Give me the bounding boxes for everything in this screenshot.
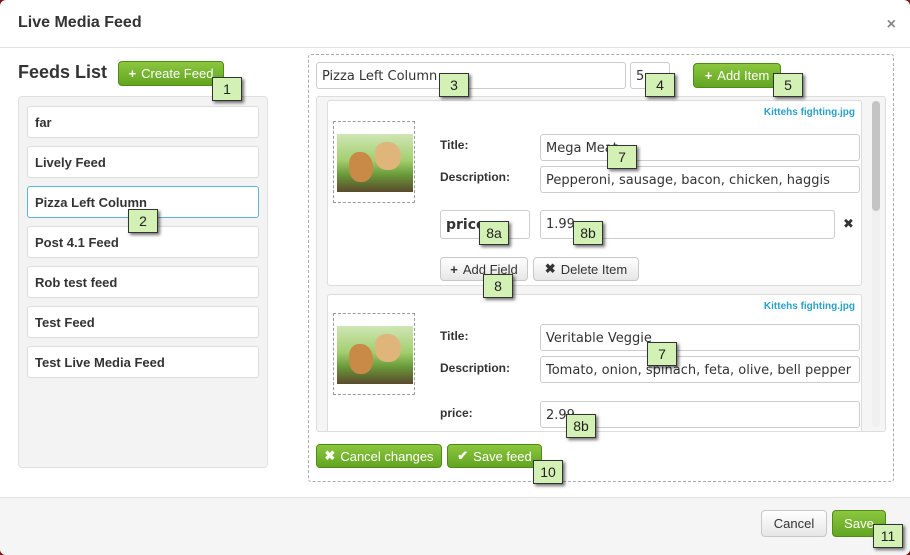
save-feed-button[interactable]: ✔ Save feed [447,444,542,468]
create-feed-label: Create Feed [141,66,214,81]
items-scrollbar[interactable] [872,101,880,427]
feed-item-card: Kittehs fighting.jpg Title: Mega Meat De… [327,100,862,286]
close-icon[interactable]: × [887,16,896,34]
kitten-shape [375,142,401,170]
annotation-callout: 11 [873,524,903,548]
add-item-button[interactable]: + Add Item [693,63,781,88]
annotation-callout: 2 [128,209,158,233]
cross-icon: ✖ [544,261,556,276]
plus-icon: + [704,68,713,83]
annotation-callout: 3 [439,73,469,97]
items-scroll-area[interactable]: Kittehs fighting.jpg Title: Mega Meat De… [316,96,886,432]
create-feed-button[interactable]: + Create Feed [118,61,224,86]
annotation-callout: 8a [479,221,509,245]
image-file-link[interactable]: Kittehs fighting.jpg [764,301,855,312]
annotation-callout: 1 [212,77,242,101]
feed-item[interactable]: Test Feed [27,306,259,338]
delete-item-label: Delete Item [560,261,628,277]
kittens-image [337,134,413,192]
title-input[interactable]: Mega Meat [540,134,860,161]
annotation-callout: 10 [533,460,563,484]
annotation-callout: 8 [483,274,513,298]
cancel-changes-button[interactable]: ✖ Cancel changes [316,444,442,468]
live-media-feed-dialog: Live Media Feed × Feeds List + Create Fe… [0,0,910,555]
annotation-callout: 7 [647,342,677,366]
feed-item[interactable]: far [27,106,259,138]
item-thumbnail[interactable] [333,121,415,203]
dialog-title: Live Media Feed [18,14,142,31]
image-file-link[interactable]: Kittehs fighting.jpg [764,107,855,118]
save-feed-label: Save feed [473,448,532,464]
cross-icon: ✖ [324,448,336,463]
annotation-callout: 4 [645,73,675,97]
kitten-shape [375,334,401,362]
description-label: Description: [440,361,511,375]
plus-icon: + [128,66,137,81]
description-label: Description: [440,170,511,184]
title-input[interactable]: Veritable Veggie [540,324,860,351]
feed-item[interactable]: Test Live Media Feed [27,346,259,378]
annotation-callout: 7 [607,145,637,169]
dialog-header: Live Media Feed × [0,0,910,48]
check-icon: ✔ [457,448,469,463]
annotation-callout: 5 [773,73,803,97]
description-input[interactable]: Tomato, onion, spinach, feta, olive, bel… [540,356,860,383]
annotation-callout: 8b [566,414,596,438]
feeds-list: far Lively Feed Pizza Left Column Post 4… [18,96,268,468]
remove-field-icon[interactable]: ✖ [843,216,854,232]
add-item-label: Add Item [717,68,770,83]
cancel-button[interactable]: Cancel [761,510,827,537]
kitten-shape [349,344,373,374]
plus-icon: + [450,261,458,277]
title-label: Title: [440,138,469,152]
kittens-image [337,326,413,384]
delete-item-button[interactable]: ✖ Delete Item [533,257,639,281]
feed-item[interactable]: Lively Feed [27,146,259,178]
annotation-callout: 8b [573,221,603,245]
feed-name-input[interactable]: Pizza Left Column [316,62,626,89]
description-input[interactable]: Pepperoni, sausage, bacon, chicken, hagg… [540,166,860,193]
feed-item[interactable]: Rob test feed [27,266,259,298]
feed-item-card: Kittehs fighting.jpg Title: Veritable Ve… [327,294,862,431]
dialog-footer: Cancel Save [0,497,910,555]
scrollbar-thumb[interactable] [872,101,880,211]
title-label: Title: [440,329,469,343]
item-thumbnail[interactable] [333,313,415,395]
cancel-changes-label: Cancel changes [340,448,434,464]
kitten-shape [349,152,373,182]
feeds-list-title: Feeds List [18,62,108,82]
custom-field-label: price: [440,406,473,420]
